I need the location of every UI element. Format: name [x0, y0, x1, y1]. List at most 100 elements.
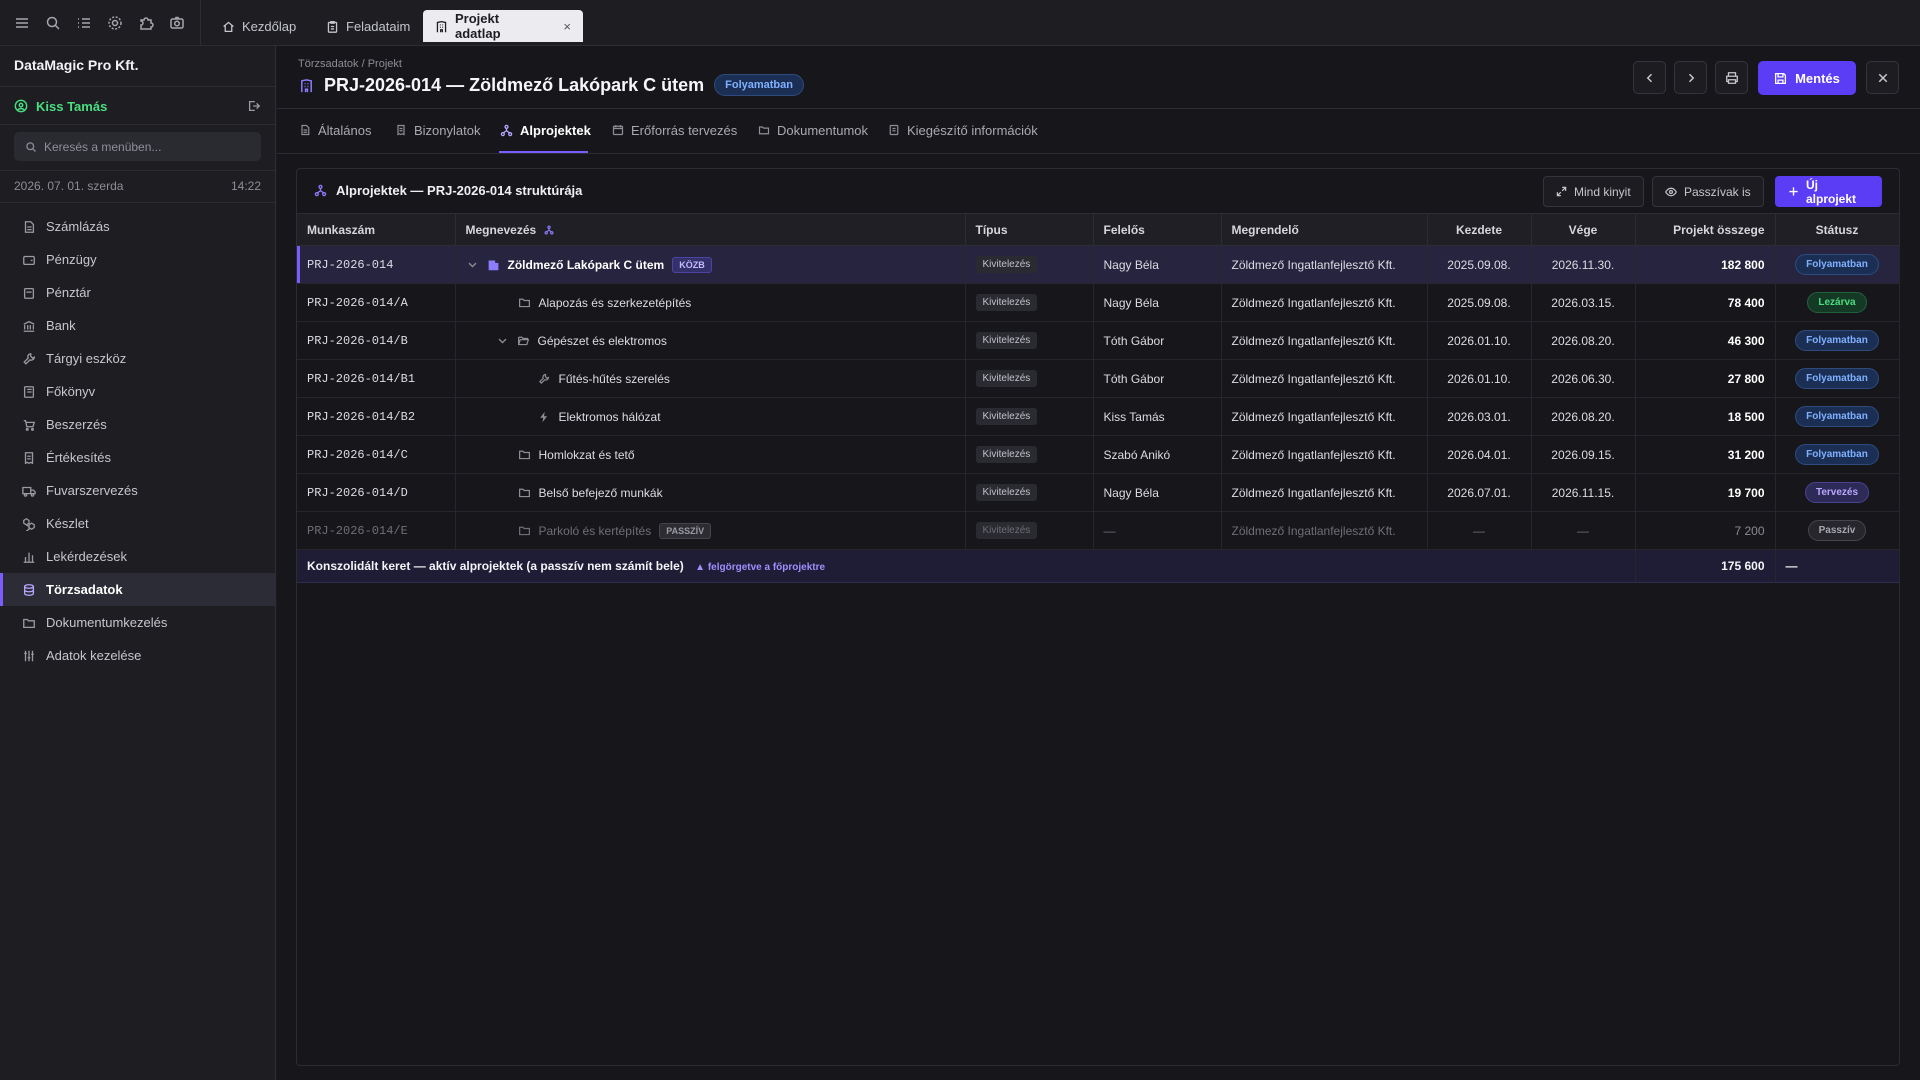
table-row[interactable]: PRJ-2026-014/B Gépészet és elektromos Ki… [297, 321, 1900, 360]
tab-bizonylatok[interactable]: Bizonylatok [394, 115, 480, 145]
sidebar-item-penzugy[interactable]: Pénzügy [0, 243, 276, 276]
tab-altalanos[interactable]: Általános [298, 115, 371, 145]
chevron-down-icon[interactable] [496, 334, 509, 347]
column-header-projekt-osszege[interactable]: Projekt összege [1635, 213, 1776, 246]
print-button[interactable] [1715, 61, 1748, 94]
status-badge: Tervezés [1804, 482, 1870, 503]
tab-eroforras-tervezes[interactable]: Erőforrás tervezés [611, 115, 737, 145]
tab-projekt-adatlap[interactable]: Projekt adatlap × [423, 10, 583, 42]
new-subproject-button[interactable]: Új alprojekt [1775, 176, 1882, 207]
receipt-icon [21, 450, 36, 465]
expand-all-button[interactable]: Mind kinyit [1543, 176, 1644, 207]
breadcrumb: Törzsadatok / Projekt [298, 58, 402, 70]
close-tab-icon[interactable]: × [563, 19, 571, 34]
sidebar-item-lekerdezesek[interactable]: Lekérdezések [0, 540, 276, 573]
next-button[interactable] [1674, 61, 1707, 94]
cell-client: Zöldmező Ingatlanfejlesztő Kft. [1221, 511, 1428, 550]
column-header-felelos[interactable]: Felelős [1093, 213, 1222, 246]
camera-icon[interactable] [169, 15, 185, 31]
column-header-megnevezes[interactable]: Megnevezés [455, 213, 966, 246]
receipt-icon [394, 124, 407, 137]
column-header-tipus[interactable]: Típus [965, 213, 1094, 246]
sidebar-item-dokumentumkezeles[interactable]: Dokumentumkezelés [0, 606, 276, 639]
column-header-megrendelo[interactable]: Megrendelő [1221, 213, 1428, 246]
building-icon [298, 77, 314, 93]
show-passive-toggle[interactable]: Passzívak is [1652, 176, 1764, 207]
current-time: 14:22 [230, 179, 261, 193]
table-row[interactable]: PRJ-2026-014 Zöldmező Lakópark C ütem KÖ… [297, 245, 1900, 284]
sidebar-item-targyi-eszkoz[interactable]: Tárgyi eszköz [0, 342, 276, 375]
eye-icon [1665, 186, 1677, 198]
current-date: 2026. 07. 01. szerda [14, 179, 124, 193]
table-row[interactable]: PRJ-2026-014/C Homlokzat és tető Kivitel… [297, 435, 1900, 474]
cell-type: Kivitelezés [965, 397, 1094, 436]
cell-status: Folyamatban [1775, 435, 1900, 474]
sidebar-item-label: Adatok kezelése [46, 648, 142, 663]
sliders-icon [21, 648, 36, 663]
sidebar-item-bank[interactable]: Bank [0, 309, 276, 342]
sidebar-item-ertekesites[interactable]: Értékesítés [0, 441, 276, 474]
cell-client: Zöldmező Ingatlanfejlesztő Kft. [1221, 359, 1428, 398]
menu-icon[interactable] [14, 15, 30, 31]
cell-name: Parkoló és kertépítés PASSZÍV [455, 511, 966, 550]
tab-feladataim[interactable]: Feladataim [314, 10, 422, 42]
column-header-kezdete[interactable]: Kezdete [1427, 213, 1532, 246]
table-row[interactable]: PRJ-2026-014/B1 Fűtés-hűtés szerelés Kiv… [297, 359, 1900, 398]
tab-dokumentumok[interactable]: Dokumentumok [757, 115, 868, 145]
cell-end: 2026.08.20. [1531, 397, 1636, 436]
scroll-to-main-link[interactable]: ▲ felgörgetve a főprojektre [695, 562, 825, 573]
column-header-statusz[interactable]: Státusz [1775, 213, 1900, 246]
sidebar-item-penztar[interactable]: Pénztár [0, 276, 276, 309]
subprojects-table: Munkaszám Megnevezés Típus Felelős Megre… [297, 213, 1900, 583]
chevron-down-icon[interactable] [466, 258, 479, 271]
tab-label: Dokumentumok [777, 122, 869, 138]
sidebar-item-keszlet[interactable]: Készlet [0, 507, 276, 540]
sidebar-item-fokonyv[interactable]: Főkönyv [0, 375, 276, 408]
column-header-vege[interactable]: Vége [1531, 213, 1636, 246]
table-row[interactable]: PRJ-2026-014/B2 Elektromos hálózat Kivit… [297, 397, 1900, 436]
page-title: PRJ-2026-014 — Zöldmező Lakópark C ütem [324, 74, 705, 95]
printer-icon [1725, 71, 1739, 85]
type-chip: Kivitelezés [975, 408, 1038, 425]
logout-icon[interactable] [246, 98, 262, 114]
table-header-row: Munkaszám Megnevezés Típus Felelős Megre… [297, 213, 1900, 246]
close-button[interactable] [1866, 61, 1899, 94]
sidebar-item-szamlazas[interactable]: Számlázás [0, 210, 276, 243]
menu-search[interactable] [14, 132, 261, 161]
sidebar-item-torzsadatok[interactable]: Törzsadatok [0, 573, 276, 606]
cell-end: 2026.11.30. [1531, 245, 1636, 284]
cell-code: PRJ-2026-014/A [297, 283, 456, 322]
previous-button[interactable] [1633, 61, 1666, 94]
search-icon[interactable] [45, 15, 61, 31]
tab-alprojektek[interactable]: Alprojektek [500, 115, 591, 145]
date-time-row: 2026. 07. 01. szerda 14:22 [14, 179, 261, 193]
menu-search-input[interactable] [44, 139, 244, 154]
divider [0, 86, 276, 87]
invoice-icon [21, 219, 36, 234]
table-row[interactable]: PRJ-2026-014/E Parkoló és kertépítés PAS… [297, 511, 1900, 550]
gear-icon[interactable] [107, 15, 123, 31]
save-button[interactable]: Mentés [1758, 61, 1856, 95]
building-icon [435, 20, 448, 33]
user-row: Kiss Tamás [14, 96, 262, 116]
status-badge: Folyamatban [1795, 406, 1879, 427]
cell-name: Alapozás és szerkezetépítés [455, 283, 966, 322]
cell-name: Zöldmező Lakópark C ütem KÖZB [455, 245, 966, 284]
cart-icon [21, 417, 36, 432]
puzzle-icon[interactable] [138, 15, 154, 31]
table-row[interactable]: PRJ-2026-014/A Alapozás és szerkezetépít… [297, 283, 1900, 322]
sidebar-item-adatok-kezelese[interactable]: Adatok kezelése [0, 639, 276, 672]
sidebar-item-beszerzes[interactable]: Beszerzés [0, 408, 276, 441]
calendar-icon [611, 124, 624, 137]
tab-kiegeszito-informaciok[interactable]: Kiegészítő információk [887, 115, 1038, 145]
cell-start: 2026.03.01. [1427, 397, 1532, 436]
column-header-munkaszam[interactable]: Munkaszám [297, 213, 456, 246]
folder-icon [518, 486, 531, 499]
hierarchy-icon [544, 225, 554, 235]
sidebar-item-fuvarszervezes[interactable]: Fuvarszervezés [0, 474, 276, 507]
ledger-icon [21, 384, 36, 399]
type-chip: Kivitelezés [975, 522, 1038, 539]
tab-kezdolap[interactable]: Kezdőlap [210, 10, 308, 42]
task-list-icon[interactable] [76, 15, 92, 31]
table-row[interactable]: PRJ-2026-014/D Belső befejező munkák Kiv… [297, 473, 1900, 512]
